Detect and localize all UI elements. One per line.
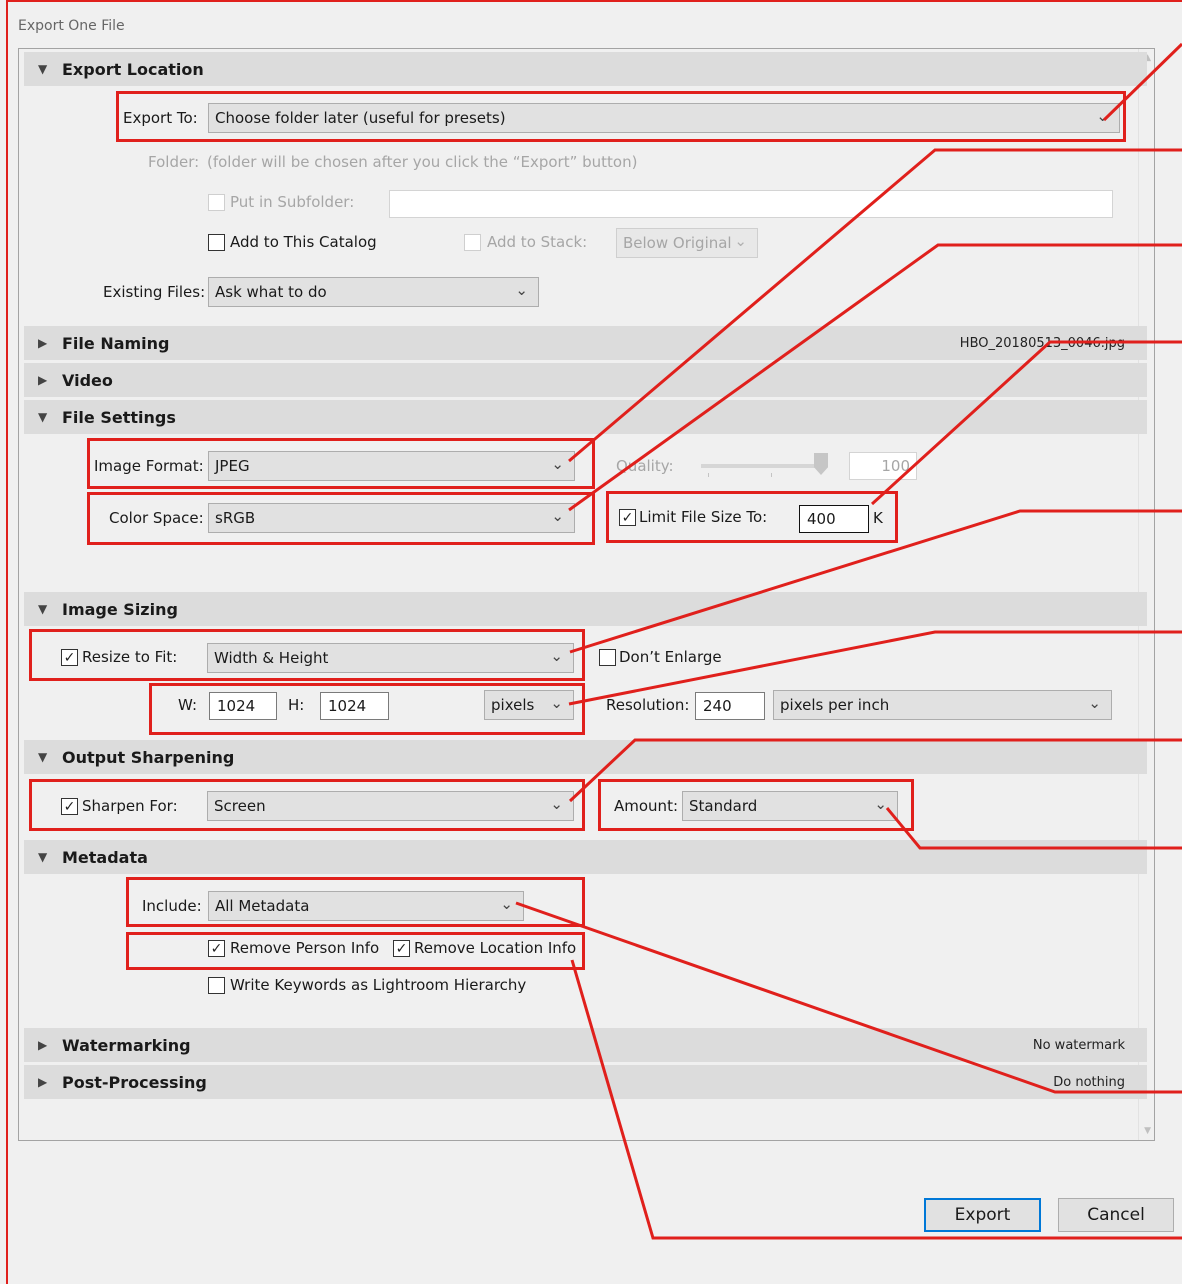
slider-tick [708, 473, 709, 477]
folder-label: Folder: [148, 153, 200, 171]
amount-select[interactable]: Standard ⌄ [682, 791, 898, 821]
section-file-naming[interactable]: ▶ File Naming HBO_20180513_0046.jpg [24, 326, 1147, 360]
add-to-catalog-label: Add to This Catalog [230, 233, 377, 251]
remove-person-info-checkbox[interactable]: ✓ [208, 940, 225, 957]
sharpen-for-label: Sharpen For: [82, 797, 178, 815]
dont-enlarge-label: Don’t Enlarge [619, 648, 722, 666]
section-post-processing[interactable]: ▶ Post-Processing Do nothing [24, 1065, 1147, 1099]
scroll-down-icon[interactable]: ▼ [1144, 1126, 1151, 1136]
include-metadata-select[interactable]: All Metadata ⌄ [208, 891, 524, 921]
subfolder-input[interactable] [389, 190, 1113, 218]
frame-left-border [6, 0, 8, 1284]
sharpen-for-checkbox[interactable]: ✓ [61, 798, 78, 815]
resize-to-fit-select[interactable]: Width & Height ⌄ [207, 643, 574, 673]
quality-slider-thumb[interactable] [814, 453, 828, 475]
section-export-location[interactable]: ▼ Export Location [24, 52, 1147, 86]
section-video[interactable]: ▶ Video [24, 363, 1147, 397]
image-format-label: Image Format: [94, 457, 204, 475]
triangle-right-icon: ▶ [38, 1075, 48, 1089]
put-in-subfolder-label: Put in Subfolder: [230, 193, 355, 211]
quality-slider[interactable] [701, 464, 826, 468]
height-label: H: [288, 696, 305, 714]
triangle-down-icon: ▼ [38, 410, 48, 424]
chevron-down-icon: ⌄ [550, 795, 563, 813]
export-settings-panel: ▲ ▼ ▼ Export Location Export To: Choose … [18, 48, 1155, 1141]
width-input[interactable]: 1024 [209, 692, 277, 720]
resolution-units-select[interactable]: pixels per inch ⌄ [773, 690, 1112, 720]
frame-top-border [6, 0, 1182, 2]
remove-person-info-label: Remove Person Info [230, 939, 380, 957]
sharpen-for-select[interactable]: Screen ⌄ [207, 791, 574, 821]
chevron-down-icon: ⌄ [1096, 107, 1109, 125]
amount-label: Amount: [614, 797, 678, 815]
triangle-right-icon: ▶ [38, 373, 48, 387]
resolution-input[interactable]: 240 [695, 692, 765, 720]
quality-label: Quality: [616, 457, 674, 475]
put-in-subfolder-checkbox[interactable] [208, 194, 225, 211]
add-to-stack-checkbox[interactable] [464, 234, 481, 251]
write-keywords-checkbox[interactable] [208, 977, 225, 994]
add-to-stack-label: Add to Stack: [487, 233, 588, 251]
stack-position-select[interactable]: Below Original ⌄ [616, 228, 758, 258]
limit-file-size-label: Limit File Size To: [639, 508, 768, 526]
quality-input[interactable]: 100 [849, 452, 917, 480]
remove-location-info-label: Remove Location Info [414, 939, 577, 957]
cancel-button[interactable]: Cancel [1058, 1198, 1174, 1232]
height-input[interactable]: 1024 [320, 692, 389, 720]
section-title: Export Location [62, 59, 204, 79]
triangle-right-icon: ▶ [38, 336, 48, 350]
triangle-down-icon: ▼ [38, 62, 48, 76]
triangle-right-icon: ▶ [38, 1038, 48, 1052]
section-output-sharpening[interactable]: ▼ Output Sharpening [24, 740, 1147, 774]
export-to-select[interactable]: Choose folder later (useful for presets)… [208, 103, 1120, 133]
chevron-down-icon: ⌄ [551, 507, 564, 525]
chevron-down-icon: ⌄ [515, 281, 528, 299]
export-button[interactable]: Export [924, 1198, 1041, 1232]
export-to-label: Export To: [123, 109, 198, 127]
add-to-catalog-checkbox[interactable] [208, 234, 225, 251]
resize-to-fit-label: Resize to Fit: [82, 648, 178, 666]
resolution-label: Resolution: [606, 696, 690, 714]
chevron-down-icon: ⌄ [500, 895, 513, 913]
chevron-down-icon: ⌄ [734, 232, 747, 250]
section-metadata[interactable]: ▼ Metadata [24, 840, 1147, 874]
chevron-down-icon: ⌄ [551, 455, 564, 473]
chevron-down-icon: ⌄ [1088, 694, 1101, 712]
chevron-down-icon: ⌄ [874, 795, 887, 813]
include-label: Include: [142, 897, 202, 915]
limit-file-size-unit: K [873, 509, 883, 527]
section-watermarking[interactable]: ▶ Watermarking No watermark [24, 1028, 1147, 1062]
size-units-select[interactable]: pixels ⌄ [484, 690, 574, 720]
color-space-label: Color Space: [109, 509, 204, 527]
post-processing-status: Do nothing [1053, 1074, 1125, 1090]
slider-tick [771, 473, 772, 477]
chevron-down-icon: ⌄ [550, 647, 563, 665]
resize-to-fit-checkbox[interactable]: ✓ [61, 649, 78, 666]
existing-files-select[interactable]: Ask what to do ⌄ [208, 277, 539, 307]
triangle-down-icon: ▼ [38, 750, 48, 764]
triangle-down-icon: ▼ [38, 850, 48, 864]
existing-files-label: Existing Files: [103, 283, 206, 301]
width-label: W: [178, 696, 198, 714]
limit-file-size-checkbox[interactable]: ✓ [619, 509, 636, 526]
chevron-down-icon: ⌄ [550, 694, 563, 712]
dialog-title: Export One File [18, 18, 125, 34]
color-space-select[interactable]: sRGB ⌄ [208, 503, 575, 533]
section-file-settings[interactable]: ▼ File Settings [24, 400, 1147, 434]
limit-file-size-input[interactable]: 400 [799, 505, 869, 533]
export-to-value: Choose folder later (useful for presets) [215, 109, 506, 127]
section-image-sizing[interactable]: ▼ Image Sizing [24, 592, 1147, 626]
remove-location-info-checkbox[interactable]: ✓ [393, 940, 410, 957]
dont-enlarge-checkbox[interactable] [599, 649, 616, 666]
image-format-select[interactable]: JPEG ⌄ [208, 451, 575, 481]
write-keywords-label: Write Keywords as Lightroom Hierarchy [230, 976, 527, 994]
folder-note: (folder will be chosen after you click t… [207, 153, 638, 171]
watermarking-status: No watermark [1032, 1037, 1125, 1053]
file-naming-preview: HBO_20180513_0046.jpg [959, 335, 1125, 351]
triangle-down-icon: ▼ [38, 602, 48, 616]
